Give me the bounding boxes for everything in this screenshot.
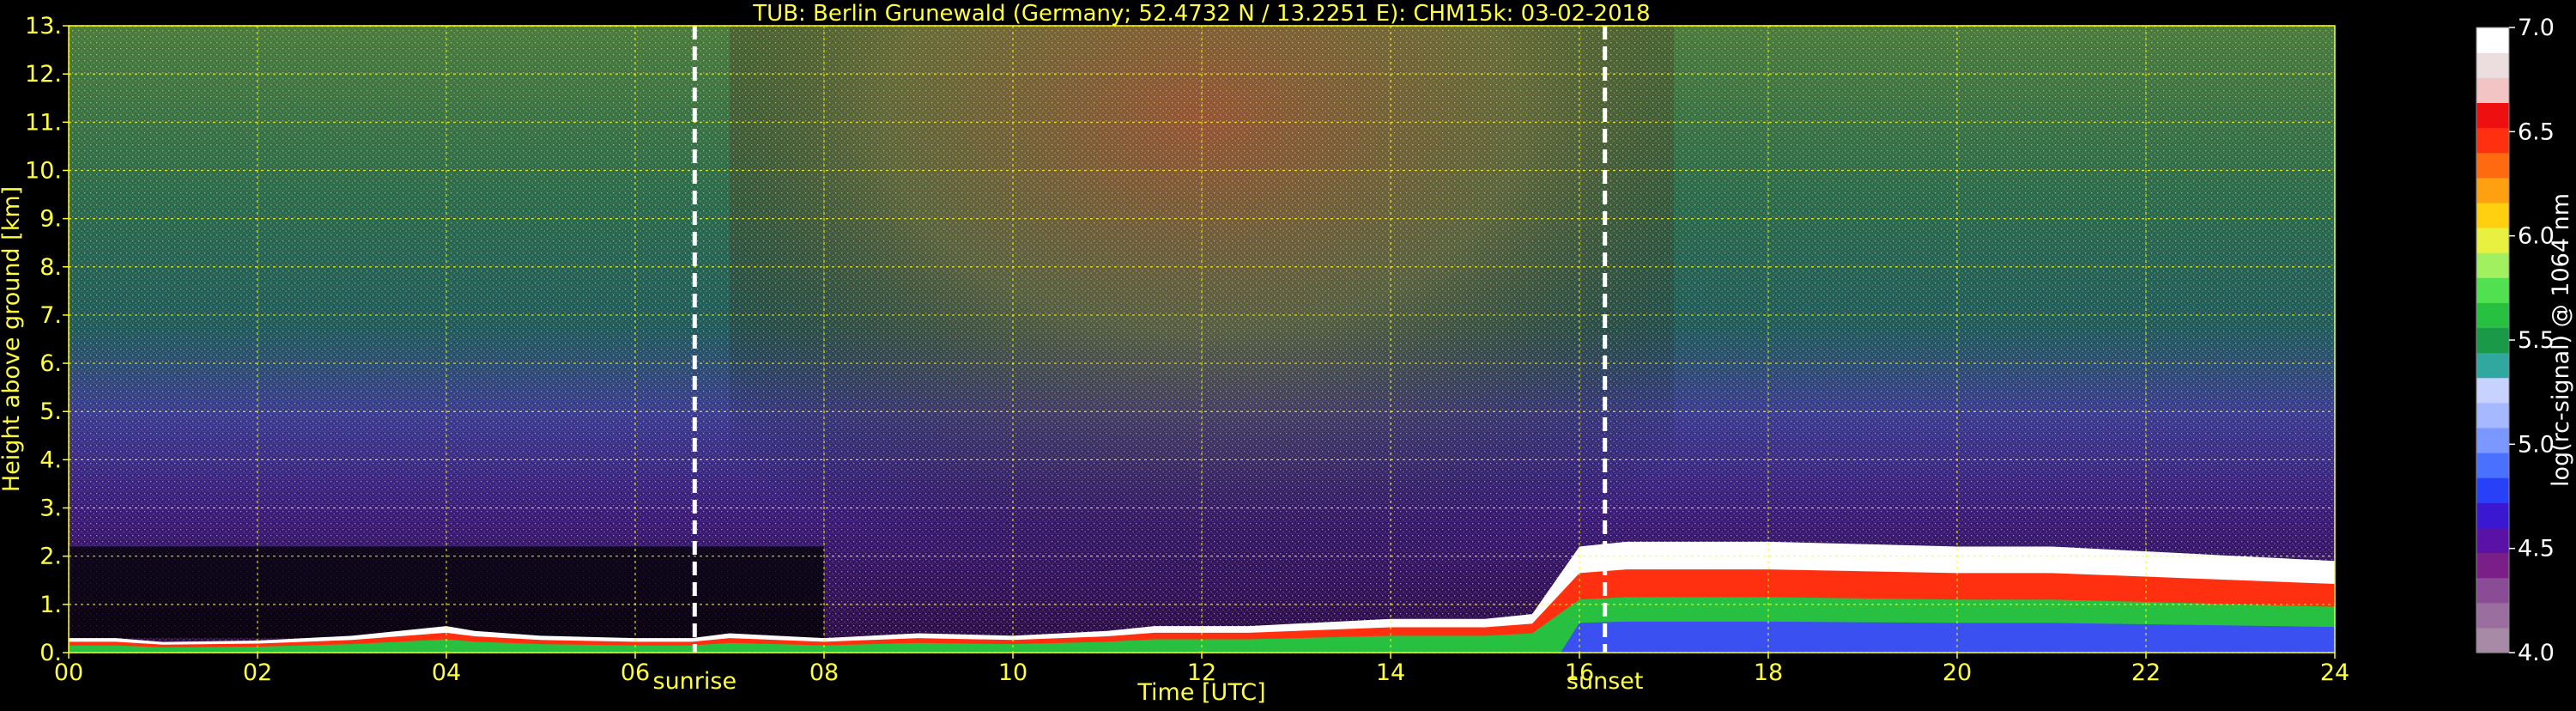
x-tick-label: 24	[2320, 659, 2349, 686]
y-tick-label: 4.	[39, 447, 62, 473]
x-tick-label: 10	[998, 659, 1027, 686]
colorbar-segment	[2476, 402, 2509, 428]
colorbar-segment	[2476, 627, 2509, 653]
colorbar-segment	[2476, 302, 2509, 329]
x-tick-label: 18	[1754, 659, 1783, 686]
colorbar-segment	[2476, 102, 2509, 129]
y-tick-label: 2.	[39, 544, 62, 570]
x-tick-label: 14	[1376, 659, 1405, 686]
y-tick-label: 7.	[39, 302, 62, 329]
sunset-label: sunset	[1567, 668, 1644, 695]
colorbar-segment	[2476, 577, 2509, 604]
colorbar-tick-label: 4.5	[2518, 536, 2555, 562]
colorbar-segment	[2476, 527, 2509, 554]
y-tick-label: 5.	[39, 398, 62, 425]
colorbar-segment	[2476, 127, 2509, 154]
boundary-layer-blue	[1561, 621, 2335, 653]
colorbar-segment	[2476, 453, 2509, 478]
y-tick-label: 12.	[25, 61, 62, 88]
y-tick-label: 0.	[39, 640, 62, 666]
colorbar-segment	[2476, 202, 2509, 228]
colorbar-label: log(rc-signal) @ 1064 nm	[2548, 193, 2574, 487]
colorbar-segment	[2476, 427, 2509, 453]
sunrise-label: sunrise	[653, 668, 737, 695]
colorbar-segment	[2476, 52, 2509, 78]
y-axis-label: Height above ground [km]	[0, 186, 25, 492]
x-tick-label: 04	[432, 659, 461, 686]
y-tick-label: 3.	[39, 495, 62, 522]
colorbar-segment	[2476, 252, 2509, 278]
y-tick-label: 11.	[25, 109, 62, 136]
colorbar-segment	[2476, 27, 2509, 53]
y-tick-label: 9.	[39, 206, 62, 233]
colorbar-segment	[2476, 77, 2509, 103]
colorbar-tick-label: 7.0	[2518, 15, 2555, 41]
colorbar-segment	[2476, 152, 2509, 179]
chart-svg: 00 02 04 06 08 10 12 14 16 18 20 22 240.1.2.3.4.5.6.…	[0, 1, 2574, 706]
x-tick-label: 02	[243, 659, 272, 686]
colorbar-segment	[2476, 502, 2509, 528]
colorbar-segment	[2476, 327, 2509, 354]
colorbar-segment	[2476, 277, 2509, 303]
y-tick-label: 10.	[25, 157, 62, 184]
colorbar-segment	[2476, 227, 2509, 253]
ceilometer-chart: 00 02 04 06 08 10 12 14 16 18 20 22 24 0. 1. 2. 3. 4. 5. 6.…	[0, 0, 2576, 708]
colorbar-segment	[2476, 552, 2509, 579]
colorbar-segment	[2476, 377, 2509, 404]
colorbar-segment	[2476, 352, 2509, 379]
y-tick-label: 6.	[39, 350, 62, 377]
colorbar-segment	[2476, 477, 2509, 503]
y-tick-label: 13.	[25, 13, 62, 40]
x-tick-label: 22	[2131, 659, 2161, 686]
x-tick-label: 06	[621, 659, 650, 686]
x-axis-label: Time [UTC]	[1136, 679, 1265, 706]
chart-title: TUB: Berlin Grunewald (Germany; 52.4732 …	[752, 1, 1650, 27]
colorbar-segment	[2476, 602, 2509, 629]
colorbar-tick-label: 4.0	[2518, 640, 2555, 666]
colorbar-tick-label: 6.5	[2518, 118, 2555, 145]
x-tick-label: 20	[1943, 659, 1972, 686]
y-tick-label: 8.	[39, 254, 62, 281]
colorbar-segment	[2476, 177, 2509, 204]
y-tick-label: 1.	[39, 592, 62, 618]
x-tick-label: 08	[809, 659, 839, 686]
